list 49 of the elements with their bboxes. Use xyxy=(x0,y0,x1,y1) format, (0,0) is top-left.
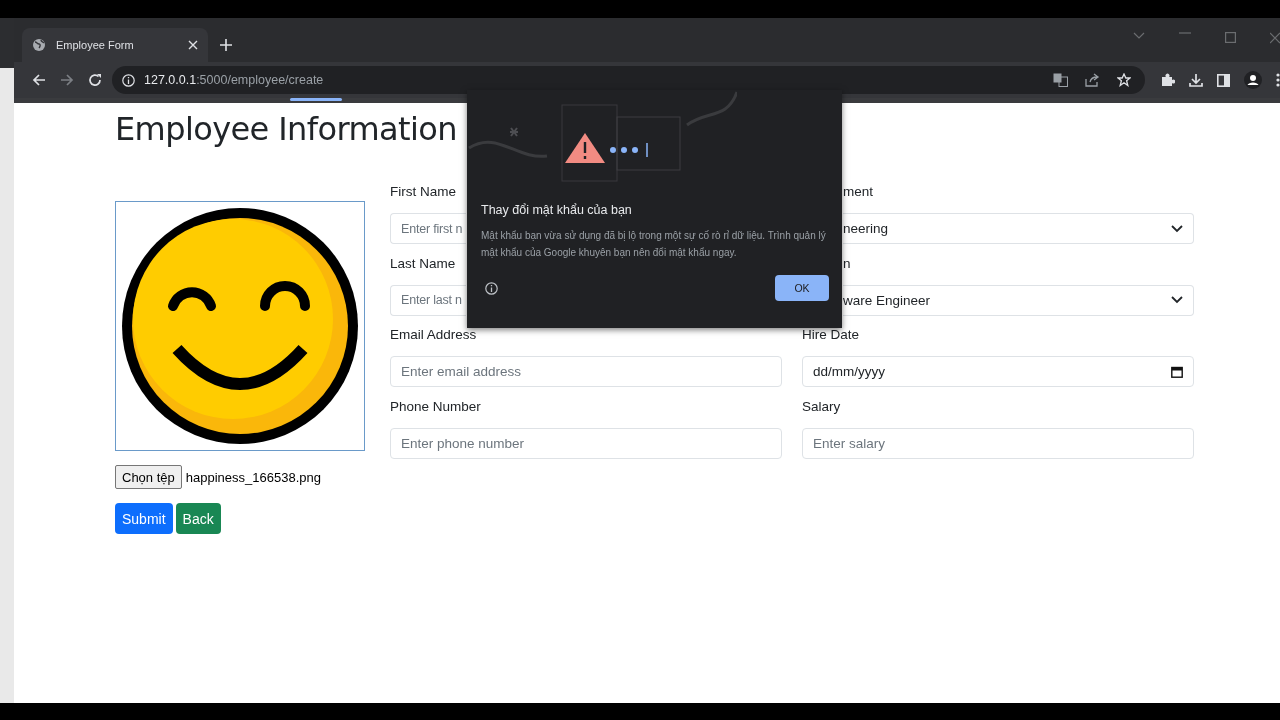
translate-icon[interactable] xyxy=(1053,73,1068,87)
new-tab-icon[interactable] xyxy=(220,39,232,51)
dialog-title: Thay đổi mật khẩu của bạn xyxy=(481,203,633,217)
field-label: n xyxy=(843,254,851,272)
input-field[interactable]: Enter salary xyxy=(802,427,1194,459)
field-label: ment xyxy=(843,183,873,200)
input-field[interactable]: Enter phone number xyxy=(390,427,782,459)
reload-icon[interactable] xyxy=(88,73,102,87)
back-button[interactable]: Back xyxy=(175,503,221,534)
info-icon[interactable] xyxy=(485,281,498,295)
field-label: Last Name xyxy=(390,254,456,272)
address-bar[interactable]: 127.0.0.1:5000/employee/create xyxy=(112,66,1145,94)
chevron-icon[interactable] xyxy=(1133,32,1145,40)
dialog-message: Mật khẩu bạn vừa sử dụng đã bị lộ trong một sự cố rò rỉ dữ liệu. Trình quản lý mật khẩu của Google khuyên bạn nên đổi mật khẩu ngay. xyxy=(481,229,827,260)
page-heading: Employee Information xyxy=(115,109,458,150)
input-field[interactable]: Enter email address xyxy=(390,356,782,387)
select-field[interactable]: neering xyxy=(843,213,1194,244)
field-label: First Name xyxy=(390,183,456,200)
ok-button[interactable]: OK xyxy=(775,275,829,301)
input-field[interactable]: Enter last n xyxy=(390,284,466,316)
calendar-icon xyxy=(1171,365,1183,378)
field-label: Hire Date xyxy=(802,326,860,343)
select-field[interactable]: ware Engineer xyxy=(843,284,1194,316)
file-name: happiness_166538.png xyxy=(185,469,321,485)
star-icon[interactable] xyxy=(1117,73,1131,87)
maximize-icon[interactable] xyxy=(1225,32,1236,43)
date-field[interactable]: dd/mm/yyyy xyxy=(802,356,1194,387)
menu-icon[interactable] xyxy=(1276,73,1280,87)
close-window-icon[interactable] xyxy=(1270,32,1280,44)
input-field[interactable]: Enter first n xyxy=(390,213,466,244)
chevron-icon xyxy=(1171,296,1183,304)
side-panel-icon[interactable] xyxy=(1217,73,1230,87)
share-icon[interactable] xyxy=(1085,73,1100,87)
choose-file-button[interactable]: Chọn tệp xyxy=(115,465,182,489)
globe-icon xyxy=(32,38,46,52)
url-text: 127.0.0.1:5000/employee/create xyxy=(144,73,324,87)
back-icon[interactable] xyxy=(32,73,46,87)
download-icon[interactable] xyxy=(1189,73,1203,87)
info-icon[interactable] xyxy=(122,73,135,87)
chevron-icon xyxy=(1171,224,1183,233)
profile-icon[interactable] xyxy=(1244,71,1262,89)
close-icon[interactable] xyxy=(188,40,198,50)
field-label: Salary xyxy=(802,397,841,415)
puzzle-icon[interactable] xyxy=(1161,73,1175,87)
submit-button[interactable]: Submit xyxy=(115,503,173,534)
field-label: Phone Number xyxy=(390,397,481,415)
highlight-bar xyxy=(290,98,342,101)
browser-tab[interactable]: Employee Form xyxy=(22,28,208,62)
field-label: Email Address xyxy=(390,326,477,343)
